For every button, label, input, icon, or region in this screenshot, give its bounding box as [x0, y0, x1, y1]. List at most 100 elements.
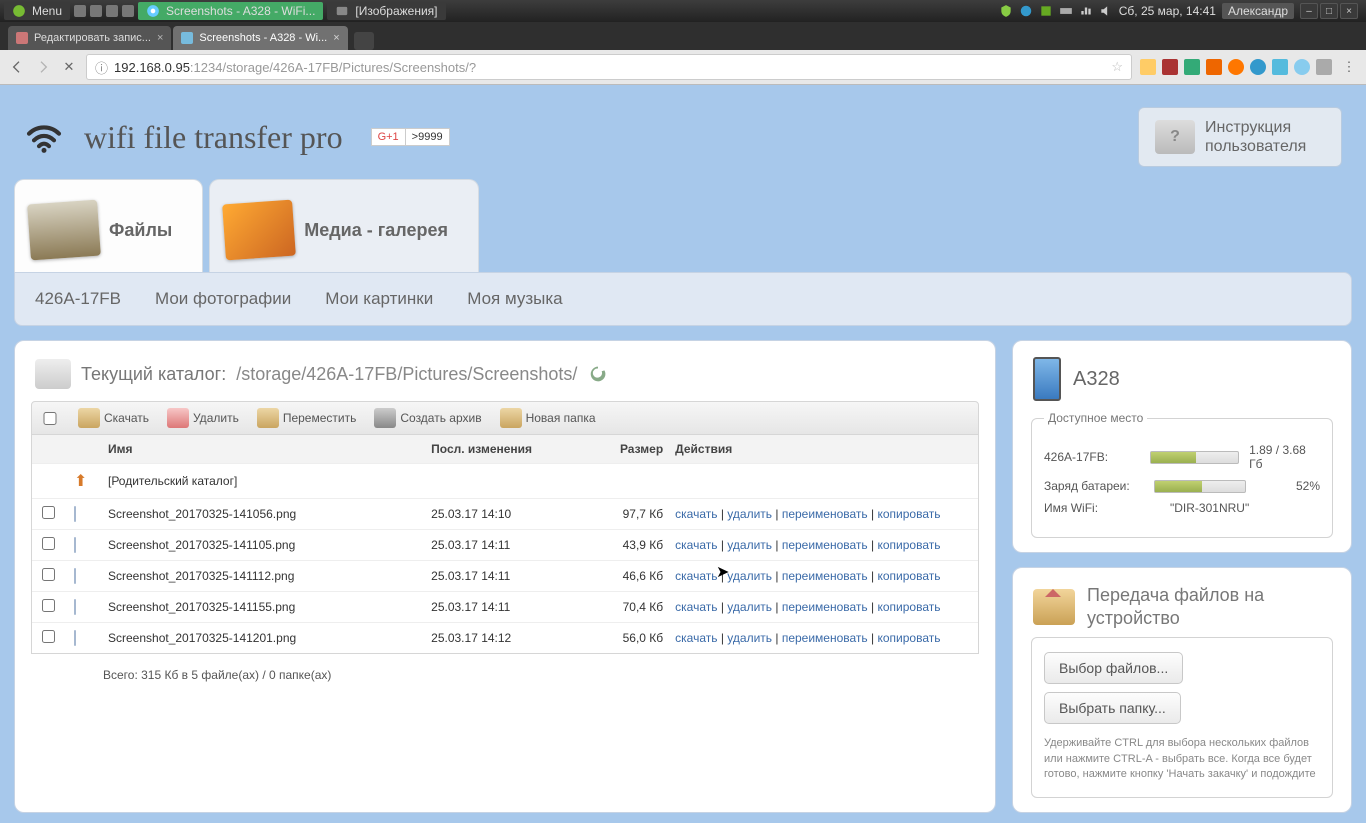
- task-window[interactable]: [Изображения]: [327, 2, 445, 20]
- row-checkbox[interactable]: [42, 568, 55, 581]
- stop-button[interactable]: ✕: [60, 58, 78, 76]
- file-actions: скачать | удалить | переименовать | копи…: [675, 538, 968, 552]
- action-delete[interactable]: удалить: [727, 600, 772, 614]
- action-copy[interactable]: копировать: [877, 538, 940, 552]
- user-menu[interactable]: Александр: [1222, 3, 1294, 19]
- new-folder-button[interactable]: Новая папка: [500, 408, 596, 428]
- row-checkbox[interactable]: [42, 630, 55, 643]
- col-modified[interactable]: Посл. изменения: [431, 442, 571, 456]
- select-all-checkbox[interactable]: [40, 412, 60, 425]
- action-rename[interactable]: переименовать: [782, 538, 868, 552]
- extension-icon[interactable]: [1316, 59, 1332, 75]
- taskbar-icon[interactable]: [90, 5, 102, 17]
- file-icon: [74, 537, 76, 553]
- action-copy[interactable]: копировать: [877, 631, 940, 645]
- url-input[interactable]: ⓘ 192.168.0.95:1234/storage/426A-17FB/Pi…: [86, 54, 1132, 80]
- favicon: [181, 32, 193, 44]
- file-name[interactable]: Screenshot_20170325-141112.png: [108, 569, 419, 583]
- minimize-button[interactable]: –: [1300, 3, 1318, 19]
- subnav-item[interactable]: Моя музыка: [467, 289, 562, 309]
- delete-button[interactable]: Удалить: [167, 408, 239, 428]
- col-actions: Действия: [675, 442, 968, 456]
- file-name[interactable]: Screenshot_20170325-141105.png: [108, 538, 419, 552]
- extension-icon[interactable]: [1228, 59, 1244, 75]
- taskbar-icon[interactable]: [106, 5, 118, 17]
- action-rename[interactable]: переименовать: [782, 507, 868, 521]
- row-checkbox[interactable]: [42, 506, 55, 519]
- parent-row[interactable]: ⬆ [Родительский каталог]: [32, 463, 978, 498]
- action-rename[interactable]: переименовать: [782, 631, 868, 645]
- maximize-button[interactable]: □: [1320, 3, 1338, 19]
- network-icon[interactable]: [1079, 4, 1093, 18]
- file-name[interactable]: Screenshot_20170325-141201.png: [108, 631, 419, 645]
- action-delete[interactable]: удалить: [727, 507, 772, 521]
- extension-icon[interactable]: [1184, 59, 1200, 75]
- keyboard-icon[interactable]: [1059, 4, 1073, 18]
- action-download[interactable]: скачать: [675, 569, 717, 583]
- close-icon[interactable]: ×: [157, 32, 163, 44]
- gplus-badge[interactable]: G+1 >9999: [371, 128, 450, 146]
- star-icon[interactable]: ☆: [1111, 59, 1123, 75]
- download-button[interactable]: Скачать: [78, 408, 149, 428]
- menu-icon[interactable]: ⋮: [1340, 58, 1358, 76]
- os-menu[interactable]: Menu: [4, 2, 70, 20]
- action-download[interactable]: скачать: [675, 600, 717, 614]
- extension-icon[interactable]: [1294, 59, 1310, 75]
- subnav-item[interactable]: 426A-17FB: [35, 289, 121, 309]
- volume-icon[interactable]: [1099, 4, 1113, 18]
- action-delete[interactable]: удалить: [727, 569, 772, 583]
- action-download[interactable]: скачать: [675, 538, 717, 552]
- row-checkbox[interactable]: [42, 599, 55, 612]
- action-copy[interactable]: копировать: [877, 507, 940, 521]
- action-delete[interactable]: удалить: [727, 538, 772, 552]
- shield-icon[interactable]: [999, 4, 1013, 18]
- browser-tab[interactable]: Редактировать запис... ×: [8, 26, 171, 50]
- subnav-item[interactable]: Мои фотографии: [155, 289, 291, 309]
- close-button[interactable]: ×: [1340, 3, 1358, 19]
- extension-icon[interactable]: [1250, 59, 1266, 75]
- help-button[interactable]: Инструкция пользователя: [1138, 107, 1342, 167]
- info-icon[interactable]: ⓘ: [95, 58, 108, 77]
- action-download[interactable]: скачать: [675, 631, 717, 645]
- action-delete[interactable]: удалить: [727, 631, 772, 645]
- choose-files-button[interactable]: Выбор файлов...: [1044, 652, 1183, 684]
- extension-icon[interactable]: [1206, 59, 1222, 75]
- row-checkbox[interactable]: [42, 537, 55, 550]
- extension-icon[interactable]: [1272, 59, 1288, 75]
- action-rename[interactable]: переименовать: [782, 600, 868, 614]
- image-icon: [335, 4, 349, 18]
- new-tab-button[interactable]: [354, 32, 374, 50]
- adblock-icon[interactable]: [1162, 59, 1178, 75]
- file-date: 25.03.17 14:11: [431, 569, 571, 583]
- chromium-icon: [146, 4, 160, 18]
- subnav-item[interactable]: Мои картинки: [325, 289, 433, 309]
- action-copy[interactable]: копировать: [877, 569, 940, 583]
- col-name[interactable]: Имя: [108, 442, 419, 456]
- col-size[interactable]: Размер: [583, 442, 663, 456]
- move-button[interactable]: Переместить: [257, 408, 357, 428]
- nvidia-icon[interactable]: [1039, 4, 1053, 18]
- summary: Всего: 315 Кб в 5 файле(ах) / 0 папке(ах…: [31, 654, 979, 688]
- action-rename[interactable]: переименовать: [782, 569, 868, 583]
- archive-button[interactable]: Создать архив: [374, 408, 481, 428]
- forward-button[interactable]: [34, 58, 52, 76]
- address-bar: ✕ ⓘ 192.168.0.95:1234/storage/426A-17FB/…: [0, 50, 1366, 85]
- taskbar-icon[interactable]: [74, 5, 86, 17]
- tab-media[interactable]: Медиа - галерея: [209, 179, 479, 272]
- file-name[interactable]: Screenshot_20170325-141056.png: [108, 507, 419, 521]
- file-name[interactable]: Screenshot_20170325-141155.png: [108, 600, 419, 614]
- back-button[interactable]: [8, 58, 26, 76]
- choose-folder-button[interactable]: Выбрать папку...: [1044, 692, 1181, 724]
- close-icon[interactable]: ×: [333, 32, 339, 44]
- refresh-icon[interactable]: [587, 363, 609, 385]
- updates-icon[interactable]: [1019, 4, 1033, 18]
- browser-tab[interactable]: Screenshots - A328 - Wi... ×: [173, 26, 347, 50]
- extension-icon[interactable]: [1140, 59, 1156, 75]
- url-path: :1234/storage/426A-17FB/Pictures/Screens…: [190, 60, 476, 75]
- task-window[interactable]: Screenshots - A328 - WiFi...: [138, 2, 323, 20]
- tab-files[interactable]: Файлы: [14, 179, 203, 272]
- clock[interactable]: Сб, 25 мар, 14:41: [1119, 4, 1216, 18]
- taskbar-icon[interactable]: [122, 5, 134, 17]
- action-copy[interactable]: копировать: [877, 600, 940, 614]
- action-download[interactable]: скачать: [675, 507, 717, 521]
